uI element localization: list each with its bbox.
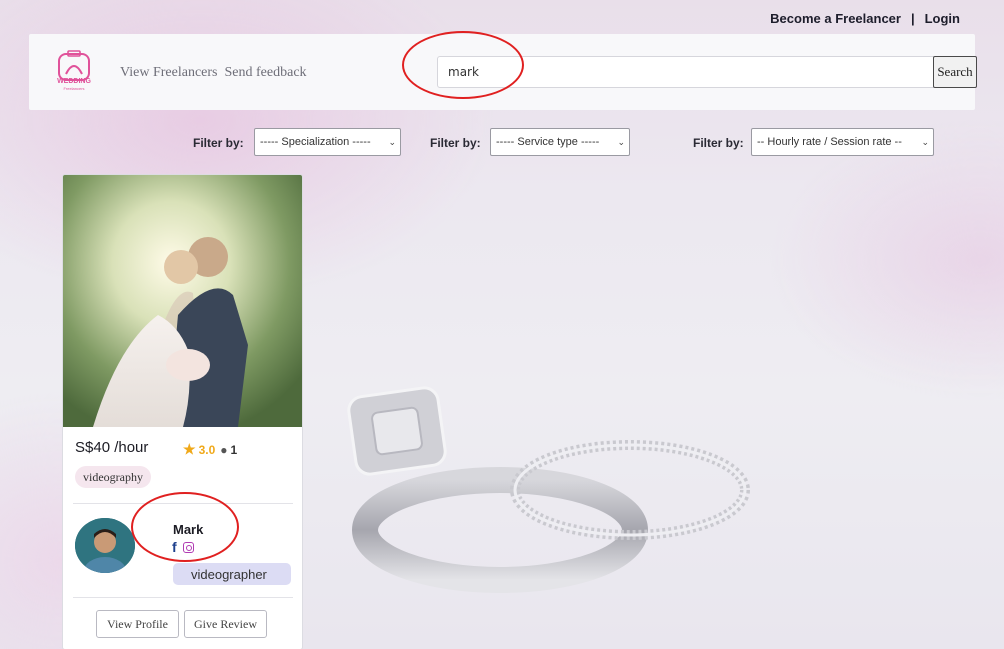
top-links: Become a Freelancer | Login [770, 11, 960, 26]
view-profile-button[interactable]: View Profile [96, 610, 179, 638]
logo-subtext: Freelancers [63, 86, 85, 91]
specialization-select-value: ----- Specialization ----- [260, 136, 371, 148]
annotation-circle-search [402, 31, 524, 99]
filter-label-rate: Filter by: [693, 136, 744, 150]
annotation-circle-name [131, 492, 239, 562]
avatar[interactable] [75, 518, 135, 573]
comment-icon: ● [220, 442, 228, 457]
chevron-down-icon: ⌄ [921, 137, 929, 147]
service-tag: videography [75, 466, 151, 488]
rating-summary: ★ 3.0 ● 1 [183, 441, 237, 458]
avatar-image [75, 518, 135, 573]
service-type-select[interactable]: ----- Service type ----- ⌄ [490, 128, 630, 156]
star-icon: ★ [183, 441, 196, 457]
freelancer-card[interactable]: S$40 /hour ★ 3.0 ● 1 videography Mark f … [62, 174, 303, 649]
card-divider [73, 597, 293, 598]
service-type-select-value: ----- Service type ----- [496, 136, 600, 148]
hourly-price: S$40 /hour [75, 439, 149, 456]
nav-view-freelancers[interactable]: View Freelancers [120, 65, 218, 81]
review-count: 1 [230, 442, 238, 457]
rings-background-image [347, 386, 750, 593]
give-review-button[interactable]: Give Review [184, 610, 267, 638]
become-freelancer-link[interactable]: Become a Freelancer [770, 11, 901, 26]
login-link[interactable]: Login [925, 11, 960, 26]
chevron-down-icon: ⌄ [388, 137, 396, 147]
role-badge: videographer [173, 563, 291, 585]
wedding-couple-photo [63, 175, 302, 427]
filter-label-service-type: Filter by: [430, 136, 481, 150]
logo-text: WEDDING [57, 78, 91, 85]
rate-select[interactable]: -- Hourly rate / Session rate -- ⌄ [751, 128, 934, 156]
specialization-select[interactable]: ----- Specialization ----- ⌄ [254, 128, 401, 156]
search-button[interactable]: Search [933, 56, 977, 88]
filter-label-specialization: Filter by: [193, 136, 244, 150]
nav-send-feedback[interactable]: Send feedback [225, 65, 307, 81]
nav-links: View Freelancers Send feedback [120, 65, 307, 81]
top-links-separator: | [910, 11, 915, 26]
rate-select-value: -- Hourly rate / Session rate -- [757, 136, 902, 148]
rating-value: 3.0 [198, 442, 216, 457]
chevron-down-icon: ⌄ [617, 137, 625, 147]
